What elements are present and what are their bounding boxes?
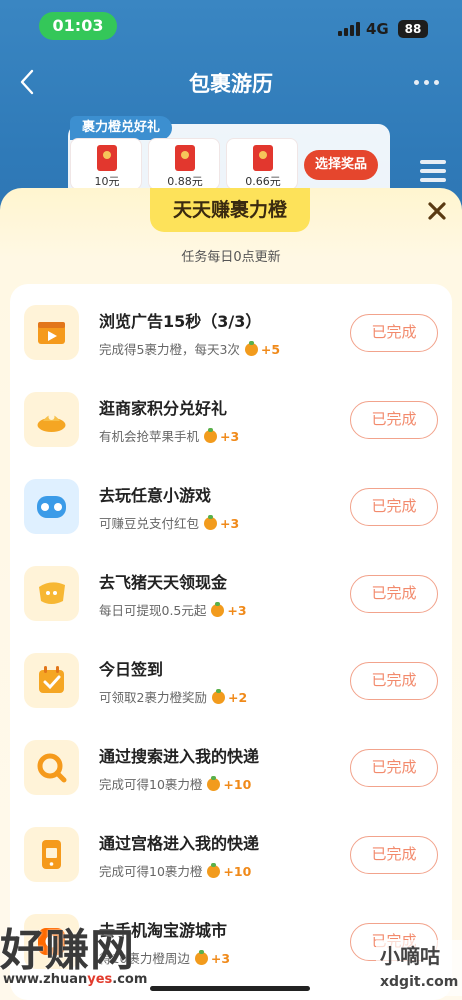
- task-row: 去飞猪天天领现金 每日可提现0.5元起 +3 已完成: [10, 547, 452, 634]
- task-desc: 完成可得10裹力橙 +10: [99, 774, 251, 793]
- task-desc-text: 有机会抢苹果手机: [99, 429, 200, 444]
- game-controller-icon: [24, 479, 79, 534]
- signal-icon: [338, 22, 362, 36]
- red-envelope-icon: [175, 145, 195, 171]
- task-desc-text: 完成可得10裹力橙: [99, 864, 203, 879]
- task-done-button[interactable]: 已完成: [350, 575, 438, 613]
- status-bar: 01:03 4G 88: [0, 0, 462, 50]
- watermark-right-cn: 小嘀咕: [380, 944, 440, 968]
- close-button[interactable]: [426, 200, 448, 222]
- reward-card[interactable]: 10元: [70, 138, 142, 190]
- task-name: 去飞猪天天领现金: [99, 573, 228, 592]
- sheet-title: 天天赚裹力橙: [150, 188, 310, 232]
- task-name: 浏览广告15秒（3/3）: [99, 312, 262, 331]
- choose-reward-button[interactable]: 选择奖品: [304, 150, 378, 180]
- reward-card[interactable]: 0.66元: [226, 138, 298, 190]
- task-done-button[interactable]: 已完成: [350, 836, 438, 874]
- status-time: 01:03: [39, 12, 117, 40]
- search-icon: [24, 740, 79, 795]
- task-row: 逛商家积分兑好礼 有机会抢苹果手机 +3 已完成: [10, 373, 452, 460]
- orange-icon: [207, 863, 221, 878]
- network-type: 4G: [366, 20, 389, 38]
- page-title: 包裹游历: [189, 72, 273, 96]
- task-points: +3: [220, 429, 240, 444]
- menu-list-icon[interactable]: [420, 160, 446, 182]
- task-done-button[interactable]: 已完成: [350, 401, 438, 439]
- task-name: 通过搜索进入我的快递: [99, 747, 260, 766]
- task-name: 通过宫格进入我的快递: [99, 834, 260, 853]
- watermark-right: 小嘀咕 xdgit.com: [376, 940, 462, 996]
- task-points: +3: [220, 516, 240, 531]
- task-desc: 完成得5裹力橙，每天3次 +5: [99, 339, 280, 358]
- task-desc-text: 完成可得10裹力橙: [99, 777, 203, 792]
- orange-icon: [207, 776, 221, 791]
- task-name: 去玩任意小游戏: [99, 486, 212, 505]
- task-points: +10: [223, 864, 252, 879]
- home-indicator[interactable]: [150, 986, 310, 991]
- orange-icon: [211, 689, 225, 704]
- orange-icon: [204, 428, 218, 443]
- more-button[interactable]: [414, 80, 442, 88]
- video-icon: [24, 305, 79, 360]
- phone-package-icon: [24, 827, 79, 882]
- task-desc-text: 可赚豆兑支付红包: [99, 516, 200, 531]
- task-row: 浏览广告15秒（3/3） 完成得5裹力橙，每天3次 +5 已完成: [10, 286, 452, 373]
- task-desc: 可领取2裹力橙奖励 +2: [99, 687, 247, 706]
- task-points: +10: [223, 777, 252, 792]
- watermark-url-c: .com: [112, 972, 148, 987]
- task-name: 今日签到: [99, 660, 164, 679]
- battery-icon: 88: [398, 20, 428, 38]
- task-name: 逛商家积分兑好礼: [99, 399, 228, 418]
- task-row: 今日签到 可领取2裹力橙奖励 +2 已完成: [10, 634, 452, 721]
- orange-icon: [211, 602, 225, 617]
- watermark-url-a: www.zhuan: [3, 972, 88, 987]
- close-icon: [428, 202, 446, 220]
- reward-card[interactable]: 0.88元: [148, 138, 220, 190]
- task-row: 去玩任意小游戏 可赚豆兑支付红包 +3 已完成: [10, 460, 452, 547]
- task-done-button[interactable]: 已完成: [350, 314, 438, 352]
- task-row: 通过宫格进入我的快递 完成可得10裹力橙 +10 已完成: [10, 808, 452, 895]
- task-desc-text: 每日可提现0.5元起: [99, 603, 207, 618]
- task-row: 通过搜索进入我的快递 完成可得10裹力橙 +10 已完成: [10, 721, 452, 808]
- task-points: +3: [227, 603, 247, 618]
- sheet-subtitle: 任务每日0点更新: [181, 250, 281, 265]
- nav-bar: 包裹游历: [0, 58, 462, 106]
- watermark-logo-text: 好赚网: [0, 925, 135, 976]
- calendar-check-icon: [24, 653, 79, 708]
- task-desc: 有机会抢苹果手机 +3: [99, 426, 239, 445]
- task-desc: 可赚豆兑支付红包 +3: [99, 513, 239, 532]
- orange-icon: [244, 341, 258, 356]
- task-done-button[interactable]: 已完成: [350, 662, 438, 700]
- watermark-right-en: xdgit.com: [380, 974, 459, 990]
- task-done-button[interactable]: 已完成: [350, 749, 438, 787]
- reward-amount: 0.66元: [245, 175, 281, 188]
- reward-amount: 0.88元: [167, 175, 203, 188]
- fliggy-icon: [24, 566, 79, 621]
- red-envelope-icon: [253, 145, 273, 171]
- orange-icon: [204, 515, 218, 530]
- task-done-button[interactable]: 已完成: [350, 488, 438, 526]
- task-desc: 完成可得10裹力橙 +10: [99, 861, 251, 880]
- orange-icon: [194, 950, 208, 965]
- task-points: +5: [260, 342, 281, 357]
- task-points: +2: [227, 690, 248, 705]
- watermark-url: www.zhuanyes.com: [3, 972, 147, 987]
- task-desc: 每日可提现0.5元起 +3: [99, 600, 247, 619]
- task-desc-text: 可领取2裹力橙奖励: [99, 690, 207, 705]
- task-points: +3: [210, 951, 231, 966]
- red-envelope-icon: [97, 145, 117, 171]
- reward-tag: 裹力橙兑好礼: [70, 116, 173, 140]
- watermark-url-b: yes: [87, 972, 113, 987]
- reward-amount: 10元: [94, 175, 120, 188]
- task-desc-text: 完成得5裹力橙，每天3次: [99, 342, 240, 357]
- gold-ingot-icon: [24, 392, 79, 447]
